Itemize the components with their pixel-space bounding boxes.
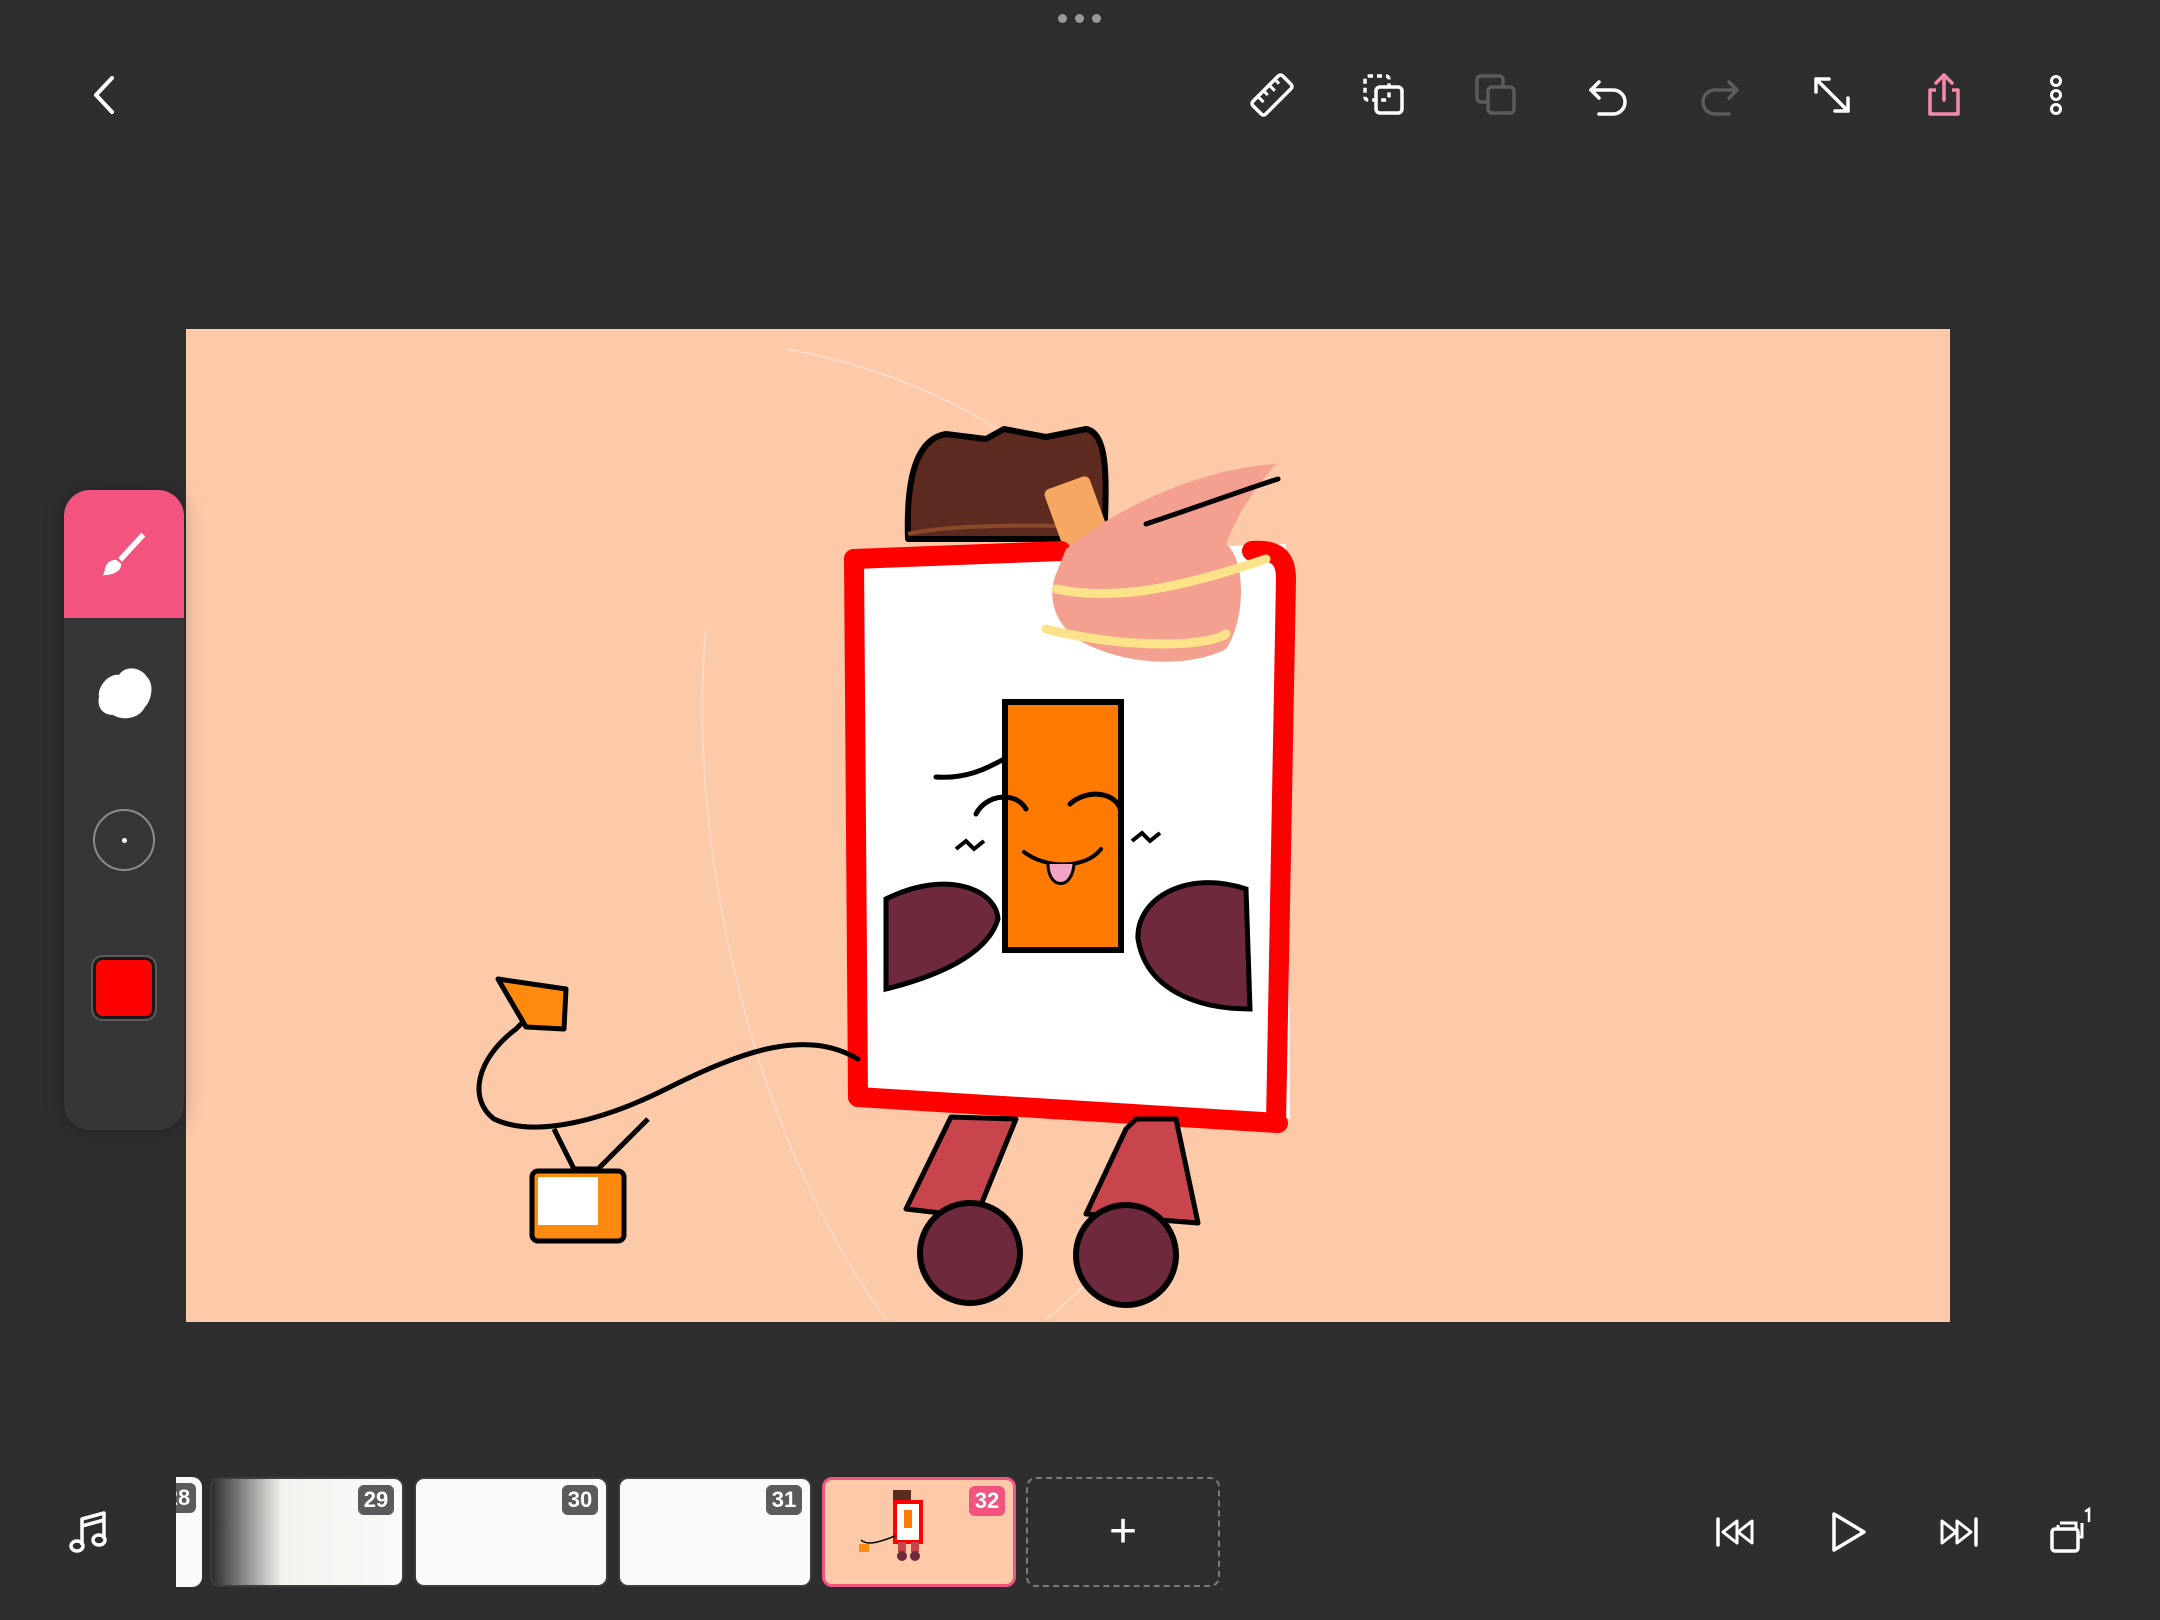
copy-layer-button[interactable] xyxy=(1461,60,1531,130)
add-frame-button[interactable]: + xyxy=(1026,1477,1220,1587)
share-button[interactable] xyxy=(1909,60,1979,130)
ruler-button[interactable] xyxy=(1237,60,1307,130)
frame-thumbnail[interactable]: 29 xyxy=(210,1477,404,1587)
more-options-button[interactable] xyxy=(2021,60,2091,130)
brush-icon xyxy=(102,532,146,576)
redo-icon xyxy=(1701,80,1739,116)
canvas-artwork xyxy=(476,348,1296,1320)
frame-number: 29 xyxy=(358,1485,394,1515)
handle-dot xyxy=(1075,14,1084,23)
layers-button[interactable] xyxy=(2036,1497,2106,1567)
color-swatch xyxy=(91,955,157,1021)
play-icon xyxy=(1832,1512,1866,1552)
share-icon xyxy=(1928,73,1960,116)
color-picker[interactable] xyxy=(64,914,184,1062)
more-icon xyxy=(2050,75,2062,115)
play-button[interactable] xyxy=(1812,1497,1882,1567)
frame-number: 28 xyxy=(176,1483,196,1513)
frame-thumbnail-current[interactable]: 32 xyxy=(822,1477,1016,1587)
skip-to-start-icon xyxy=(1716,1517,1754,1547)
handle-dot xyxy=(1058,14,1067,23)
frame-thumbnail[interactable]: 30 xyxy=(414,1477,608,1587)
undo-icon xyxy=(1589,80,1627,116)
brush-size-tool[interactable] xyxy=(64,766,184,914)
duplicate-frame-icon xyxy=(1363,74,1404,115)
frame-thumbnail-partial[interactable]: 28 xyxy=(176,1477,202,1587)
frame-thumbnail[interactable]: 31 xyxy=(618,1477,812,1587)
frame-number: 31 xyxy=(766,1485,802,1515)
brush-size-dot xyxy=(121,837,127,843)
copy-layer-icon xyxy=(1475,74,1516,115)
first-frame-button[interactable] xyxy=(1700,1497,1770,1567)
drawing-canvas[interactable] xyxy=(186,329,1950,1322)
frame-number: 30 xyxy=(562,1485,598,1515)
back-icon xyxy=(94,76,114,114)
duplicate-frame-button[interactable] xyxy=(1349,60,1419,130)
eraser-icon xyxy=(98,668,152,719)
last-frame-button[interactable] xyxy=(1924,1497,1994,1567)
tool-panel xyxy=(64,490,184,1130)
resize-button[interactable] xyxy=(1797,60,1867,130)
undo-button[interactable] xyxy=(1573,60,1643,130)
brush-size-icon xyxy=(93,809,155,871)
brush-tool[interactable] xyxy=(64,490,184,618)
layers-icon xyxy=(2050,1507,2091,1553)
skip-to-end-icon xyxy=(1940,1517,1978,1547)
music-icon xyxy=(69,1511,107,1553)
back-button[interactable] xyxy=(70,60,140,130)
eraser-tool[interactable] xyxy=(64,618,184,766)
ruler-icon xyxy=(1250,73,1294,117)
redo-button[interactable] xyxy=(1685,60,1755,130)
frame-number: 32 xyxy=(969,1486,1005,1516)
window-handle[interactable] xyxy=(1058,14,1101,23)
resize-icon xyxy=(1814,77,1850,113)
handle-dot xyxy=(1092,14,1101,23)
music-button[interactable] xyxy=(54,1497,124,1567)
add-frame-label: + xyxy=(1108,1505,1138,1558)
